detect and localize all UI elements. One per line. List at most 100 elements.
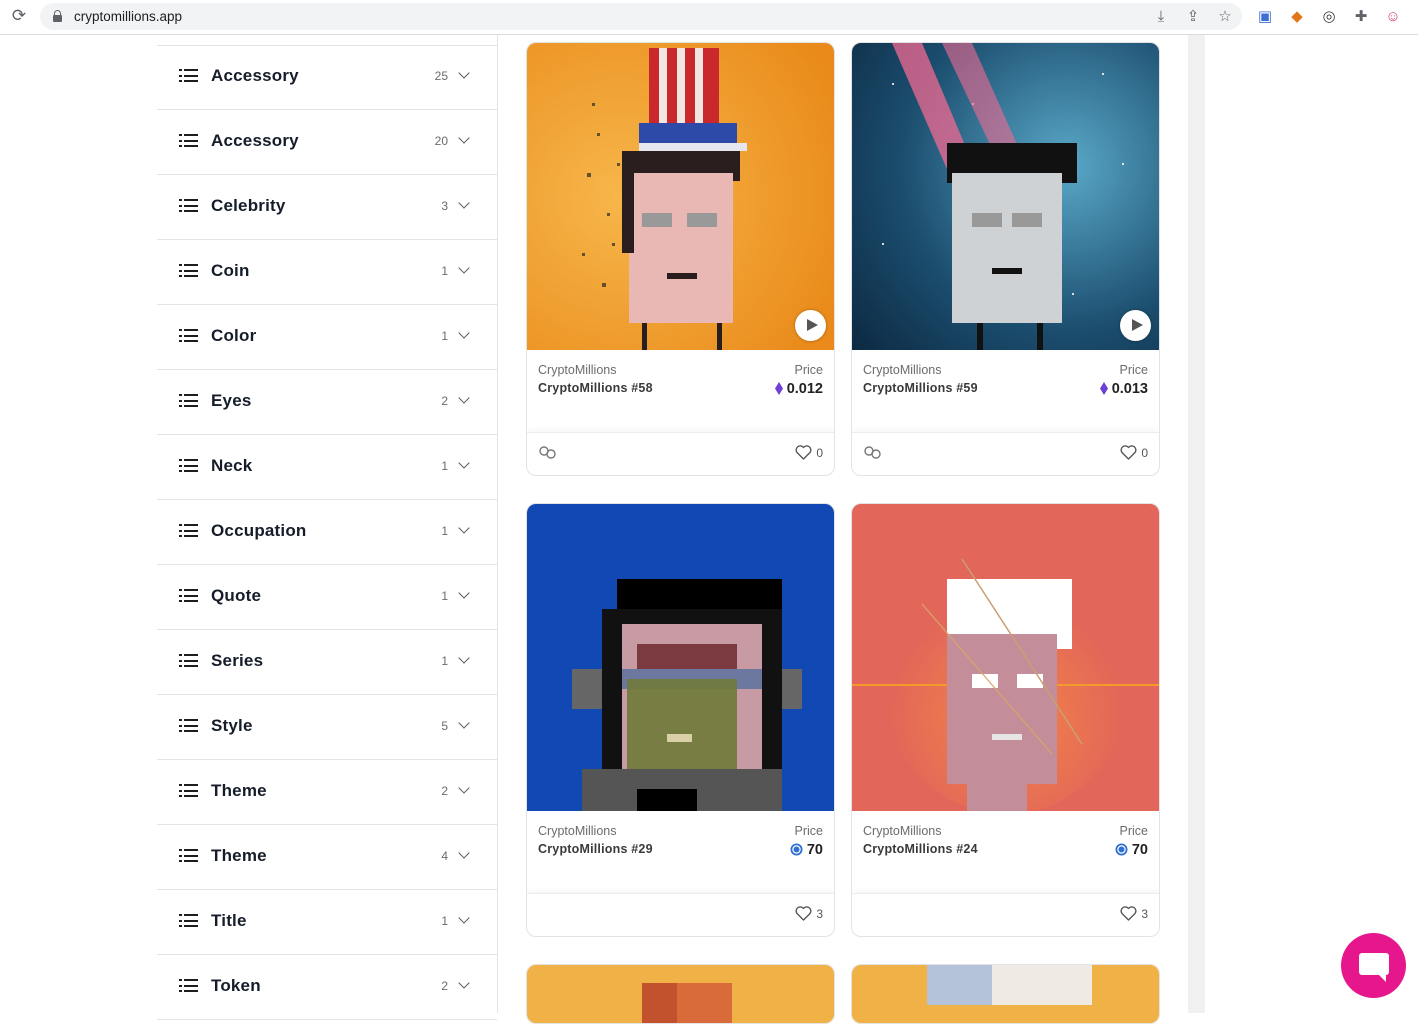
filter-label[interactable]: Style xyxy=(211,716,253,736)
lock-icon[interactable] xyxy=(53,10,62,22)
filter-item[interactable]: Title 1 xyxy=(157,890,497,955)
filter-label[interactable]: Accessory xyxy=(211,66,299,86)
filter-label[interactable]: Token xyxy=(211,976,261,996)
heart-icon[interactable] xyxy=(795,906,812,921)
filter-item[interactable]: Neck 1 xyxy=(157,435,497,500)
list-icon xyxy=(179,199,198,213)
price-value: 70 xyxy=(790,842,823,858)
link-icon[interactable] xyxy=(864,446,881,459)
like-button[interactable]: 3 xyxy=(1120,906,1148,921)
install-app-icon[interactable]: ⤓ xyxy=(1152,8,1170,26)
share-icon[interactable]: ⇪ xyxy=(1184,8,1202,26)
nft-title[interactable]: CryptoMillions #59 xyxy=(863,381,978,395)
filter-label[interactable]: Coin xyxy=(211,261,250,281)
address-bar[interactable]: cryptomillions.app ⤓ ⇪ ☆ xyxy=(40,3,1242,30)
nft-image[interactable] xyxy=(527,43,834,350)
filter-label[interactable]: Accessory xyxy=(211,131,299,151)
chevron-down-icon[interactable] xyxy=(458,327,470,339)
link-icon[interactable] xyxy=(539,446,556,459)
nft-image[interactable] xyxy=(852,504,1159,811)
price-value: 70 xyxy=(1115,842,1148,858)
chevron-down-icon[interactable] xyxy=(458,67,470,79)
profile-avatar-icon[interactable]: ☺ xyxy=(1383,7,1403,27)
nft-title[interactable]: CryptoMillions #24 xyxy=(863,842,978,856)
nft-card[interactable]: CryptoMillions CryptoMillions #59 Price … xyxy=(851,42,1160,476)
filter-item[interactable]: Occupation 1 xyxy=(157,500,497,565)
nft-card[interactable] xyxy=(851,964,1160,1024)
heart-icon[interactable] xyxy=(1120,445,1137,460)
chevron-down-icon[interactable] xyxy=(458,132,470,144)
like-button[interactable]: 0 xyxy=(795,445,823,460)
reload-icon[interactable]: ⟳ xyxy=(10,7,28,25)
filter-item[interactable]: Accessory 25 xyxy=(157,45,497,110)
chevron-down-icon[interactable] xyxy=(458,262,470,274)
collection-name[interactable]: CryptoMillions xyxy=(538,824,617,838)
chevron-down-icon[interactable] xyxy=(458,847,470,859)
filter-count: 2 xyxy=(441,394,448,408)
extensions-puzzle-icon[interactable]: ✚ xyxy=(1351,7,1371,27)
list-icon xyxy=(179,524,198,538)
play-button[interactable] xyxy=(795,310,826,341)
nft-card[interactable]: CryptoMillions CryptoMillions #24 Price … xyxy=(851,503,1160,937)
like-button[interactable]: 3 xyxy=(795,906,823,921)
heart-icon[interactable] xyxy=(795,445,812,460)
filter-label[interactable]: Series xyxy=(211,651,263,671)
chat-button[interactable] xyxy=(1341,933,1406,998)
nft-image[interactable] xyxy=(527,504,834,811)
collection-name[interactable]: CryptoMillions xyxy=(863,824,942,838)
filter-label[interactable]: Celebrity xyxy=(211,196,286,216)
filter-item[interactable]: Theme 2 xyxy=(157,760,497,825)
price-label: Price xyxy=(794,363,823,377)
collection-name[interactable]: CryptoMillions xyxy=(863,363,942,377)
filter-label[interactable]: Color xyxy=(211,326,256,346)
filter-item[interactable]: Style 5 xyxy=(157,695,497,760)
filter-label[interactable]: Quote xyxy=(211,586,261,606)
filter-item[interactable]: Color 1 xyxy=(157,305,497,370)
filter-item[interactable]: Token 2 xyxy=(157,955,497,1020)
nft-card[interactable]: CryptoMillions CryptoMillions #58 Price … xyxy=(526,42,835,476)
filter-item[interactable]: Celebrity 3 xyxy=(157,175,497,240)
chevron-down-icon[interactable] xyxy=(458,717,470,729)
filter-item[interactable]: Eyes 2 xyxy=(157,370,497,435)
nft-title[interactable]: CryptoMillions #58 xyxy=(538,381,653,395)
chevron-down-icon[interactable] xyxy=(458,912,470,924)
play-button[interactable] xyxy=(1120,310,1151,341)
chevron-down-icon[interactable] xyxy=(458,587,470,599)
coin-token-icon xyxy=(1115,843,1128,856)
filter-item[interactable]: Theme 4 xyxy=(157,825,497,890)
filter-label[interactable]: Occupation xyxy=(211,521,307,541)
nft-title[interactable]: CryptoMillions #29 xyxy=(538,842,653,856)
filter-label[interactable]: Eyes xyxy=(211,391,252,411)
chevron-down-icon[interactable] xyxy=(458,392,470,404)
filter-item[interactable]: Coin 1 xyxy=(157,240,497,305)
filter-item[interactable]: Series 1 xyxy=(157,630,497,695)
filter-label[interactable]: Title xyxy=(211,911,247,931)
collection-name[interactable]: CryptoMillions xyxy=(538,363,617,377)
metamask-fox-icon[interactable]: ◆ xyxy=(1287,7,1307,27)
chevron-down-icon[interactable] xyxy=(458,652,470,664)
filter-label[interactable]: Neck xyxy=(211,456,252,476)
chevron-down-icon[interactable] xyxy=(458,977,470,989)
filter-label[interactable]: Theme xyxy=(211,846,267,866)
nft-card[interactable]: CryptoMillions CryptoMillions #29 Price … xyxy=(526,503,835,937)
nft-image[interactable] xyxy=(527,965,834,1023)
search-extension-icon[interactable]: ◎ xyxy=(1319,7,1339,27)
like-button[interactable]: 0 xyxy=(1120,445,1148,460)
filter-item[interactable]: Quote 1 xyxy=(157,565,497,630)
filter-count: 3 xyxy=(441,199,448,213)
chevron-down-icon[interactable] xyxy=(458,197,470,209)
chevron-down-icon[interactable] xyxy=(458,782,470,794)
list-icon xyxy=(179,329,198,343)
url-text[interactable]: cryptomillions.app xyxy=(74,9,182,24)
nft-card[interactable] xyxy=(526,964,835,1024)
bookmark-star-icon[interactable]: ☆ xyxy=(1216,8,1234,26)
nft-image[interactable] xyxy=(852,965,1159,1023)
filter-count: 4 xyxy=(441,849,448,863)
filter-item[interactable]: Accessory 20 xyxy=(157,110,497,175)
chevron-down-icon[interactable] xyxy=(458,457,470,469)
filter-label[interactable]: Theme xyxy=(211,781,267,801)
nft-image[interactable] xyxy=(852,43,1159,350)
extension-wallet-icon[interactable]: ▣ xyxy=(1255,7,1275,27)
heart-icon[interactable] xyxy=(1120,906,1137,921)
chevron-down-icon[interactable] xyxy=(458,522,470,534)
